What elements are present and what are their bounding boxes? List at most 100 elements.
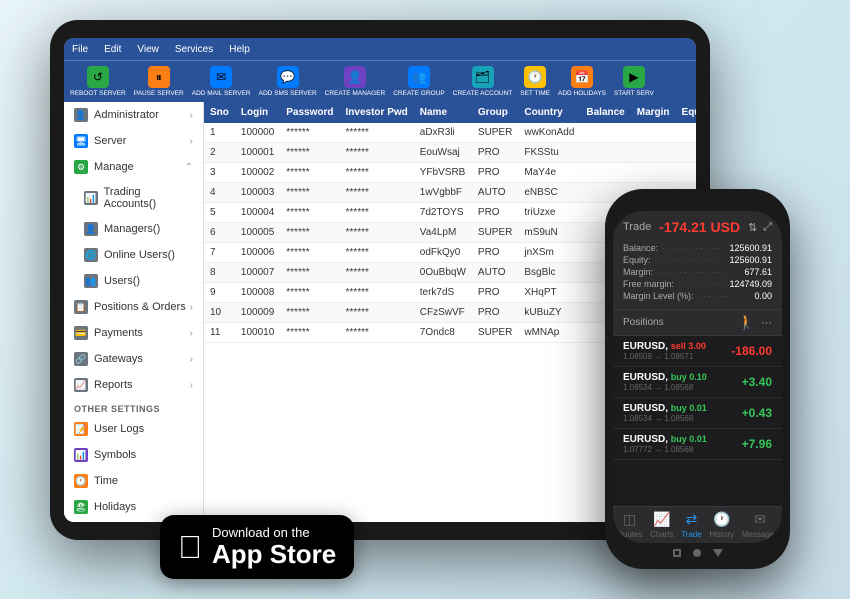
table-cell: 11 bbox=[204, 323, 235, 343]
margin-dots: · · · · · · · · · · · · · bbox=[657, 267, 740, 277]
menu-bar: File Edit View Services Help bbox=[64, 38, 696, 60]
sidebar-item-gateways[interactable]: 🔗 Gateways › bbox=[64, 346, 203, 372]
gateways-label: Gateways bbox=[94, 353, 143, 365]
table-cell: ****** bbox=[340, 283, 414, 303]
nav-item-messages[interactable]: ✉ Messages bbox=[742, 511, 778, 539]
account-icon: 🗂 bbox=[472, 66, 494, 88]
position-pnl: +0.43 bbox=[742, 406, 772, 420]
menu-edit[interactable]: Edit bbox=[104, 44, 121, 55]
toolbar-pause-server[interactable]: ⏸ PAUSE SERVER bbox=[134, 66, 184, 97]
toolbar-reboot-server[interactable]: ↺ REBOOT SERVER bbox=[70, 66, 126, 97]
table-row[interactable]: 3100002************YFbVSRBPROMaY4eyH6b@p bbox=[204, 163, 696, 183]
equity-value: 125600.91 bbox=[729, 255, 772, 265]
position-item[interactable]: EURUSD, buy 0.01 1.07772 → 1.08568 +7.96 bbox=[613, 429, 782, 460]
sidebar-item-payments[interactable]: 💳 Payments › bbox=[64, 320, 203, 346]
administrator-icon: 👤 bbox=[74, 108, 88, 122]
nav-history-label: History bbox=[709, 530, 734, 539]
table-row[interactable]: 2100001************EouWsajPROFKSSturrcWb bbox=[204, 143, 696, 163]
position-item[interactable]: EURUSD, buy 0.01 1.08534 → 1.08568 +0.43 bbox=[613, 398, 782, 429]
walk-icon: 🚶 bbox=[738, 314, 755, 331]
payments-label: Payments bbox=[94, 327, 143, 339]
menu-help[interactable]: Help bbox=[229, 44, 250, 55]
table-cell bbox=[676, 163, 696, 183]
toolbar-start-server[interactable]: ▶ START SERV bbox=[614, 66, 654, 97]
table-cell: 100006 bbox=[235, 243, 280, 263]
toolbar-create-group[interactable]: 👥 CREATE GROUP bbox=[393, 66, 445, 97]
position-item[interactable]: EURUSD, buy 0.10 1.08534 → 1.08568 +3.40 bbox=[613, 367, 782, 398]
balance-value: 125600.91 bbox=[729, 243, 772, 253]
sidebar-item-reports[interactable]: 📈 Reports › bbox=[64, 372, 203, 398]
table-cell: ****** bbox=[340, 123, 414, 143]
toolbar-add-sms[interactable]: 💬 ADD SMS SERVER bbox=[259, 66, 317, 97]
table-cell: ****** bbox=[280, 303, 339, 323]
positions-list: EURUSD, sell 3.00 1.08509 → 1.08571 -186… bbox=[613, 336, 782, 506]
position-prices: 1.08534 → 1.08568 bbox=[623, 414, 707, 423]
table-cell: 100005 bbox=[235, 223, 280, 243]
col-equity: Equity bbox=[676, 102, 696, 123]
sidebar-item-time[interactable]: 🕐 Time bbox=[64, 468, 203, 494]
chevron-down-icon: › bbox=[190, 110, 193, 121]
table-cell bbox=[580, 143, 630, 163]
app-store-button[interactable]:  Download on the App Store bbox=[160, 515, 354, 579]
free-margin-value: 124749.09 bbox=[729, 279, 772, 289]
sidebar-item-manage[interactable]: ⚙ Manage ⌃ bbox=[64, 154, 203, 180]
nav-item-charts[interactable]: 📈 Charts bbox=[650, 511, 674, 539]
table-cell: 100000 bbox=[235, 123, 280, 143]
sidebar-item-administrator[interactable]: 👤 Administrator › bbox=[64, 102, 203, 128]
trading-icon: 📊 bbox=[84, 191, 98, 205]
table-cell: ****** bbox=[280, 203, 339, 223]
sidebar-item-trading-accounts[interactable]: 📊 Trading Accounts() bbox=[64, 180, 203, 216]
table-cell: 6 bbox=[204, 223, 235, 243]
position-prices: 1.08509 → 1.08571 bbox=[623, 352, 706, 361]
apple-logo-icon:  bbox=[178, 531, 202, 563]
table-cell: PRO bbox=[472, 163, 518, 183]
nav-item-quotes[interactable]: ◫ Quotes bbox=[617, 511, 643, 539]
sidebar-item-user-logs[interactable]: 📝 User Logs bbox=[64, 416, 203, 442]
toolbar-create-account[interactable]: 🗂 CREATE ACCOUNT bbox=[453, 66, 512, 97]
table-cell: FKSStu bbox=[518, 143, 580, 163]
table-row[interactable]: 1100000************aDxR3liSUPERwwKonAddd… bbox=[204, 123, 696, 143]
toolbar-add-holidays[interactable]: 📅 ADD HOLIDAYS bbox=[558, 66, 606, 97]
toolbar-add-mail[interactable]: ✉ ADD MAIL SERVER bbox=[192, 66, 251, 97]
positions-chevron-icon: › bbox=[190, 302, 193, 313]
table-cell: aDxR3li bbox=[414, 123, 472, 143]
table-cell: PRO bbox=[472, 303, 518, 323]
sidebar: 👤 Administrator › 🖥 Server › ⚙ Manage bbox=[64, 102, 204, 522]
position-item[interactable]: EURUSD, sell 3.00 1.08509 → 1.08571 -186… bbox=[613, 336, 782, 367]
group-label: CREATE GROUP bbox=[393, 90, 445, 97]
toolbar-create-manager[interactable]: 👤 CREATE MANAGER bbox=[325, 66, 386, 97]
table-cell: 100008 bbox=[235, 283, 280, 303]
col-investor-pwd: Investor Pwd bbox=[340, 102, 414, 123]
menu-view[interactable]: View bbox=[137, 44, 159, 55]
nav-item-history[interactable]: 🕐 History bbox=[709, 511, 734, 539]
table-cell bbox=[676, 123, 696, 143]
users-label: Users() bbox=[104, 275, 140, 287]
sidebar-item-symbols[interactable]: 📊 Symbols bbox=[64, 442, 203, 468]
toolbar-set-time[interactable]: 🕐 SET TIME bbox=[520, 66, 550, 97]
position-symbol: EURUSD, buy 0.01 bbox=[623, 403, 707, 414]
menu-services[interactable]: Services bbox=[175, 44, 213, 55]
table-cell: SUPER bbox=[472, 123, 518, 143]
sidebar-item-server[interactable]: 🖥 Server › bbox=[64, 128, 203, 154]
sidebar-item-users[interactable]: 👥 Users() bbox=[64, 268, 203, 294]
online-users-label: Online Users() bbox=[104, 249, 175, 261]
table-cell: AUTO bbox=[472, 263, 518, 283]
table-cell: 3 bbox=[204, 163, 235, 183]
sidebar-item-managers[interactable]: 👤 Managers() bbox=[64, 216, 203, 242]
server-label: Server bbox=[94, 135, 126, 147]
user-logs-icon: 📝 bbox=[74, 422, 88, 436]
col-group: Group bbox=[472, 102, 518, 123]
users-icon: 👥 bbox=[84, 274, 98, 288]
sidebar-item-positions[interactable]: 📋 Positions & Orders › bbox=[64, 294, 203, 320]
margin-level-row: Margin Level (%): · · · · · · 0.00 bbox=[623, 291, 772, 301]
position-prices: 1.07772 → 1.08568 bbox=[623, 445, 707, 454]
nav-quotes-icon: ◫ bbox=[623, 511, 636, 528]
table-cell: ****** bbox=[280, 143, 339, 163]
menu-file[interactable]: File bbox=[72, 44, 88, 55]
margin-row: Margin: · · · · · · · · · · · · · 677.61 bbox=[623, 267, 772, 277]
table-cell: ****** bbox=[340, 183, 414, 203]
free-margin-dots: · · · · · · · · · bbox=[678, 279, 725, 289]
sidebar-item-online-users[interactable]: 🌐 Online Users() bbox=[64, 242, 203, 268]
position-pnl: +3.40 bbox=[742, 375, 772, 389]
nav-item-trade[interactable]: ⇄ Trade bbox=[681, 511, 702, 539]
